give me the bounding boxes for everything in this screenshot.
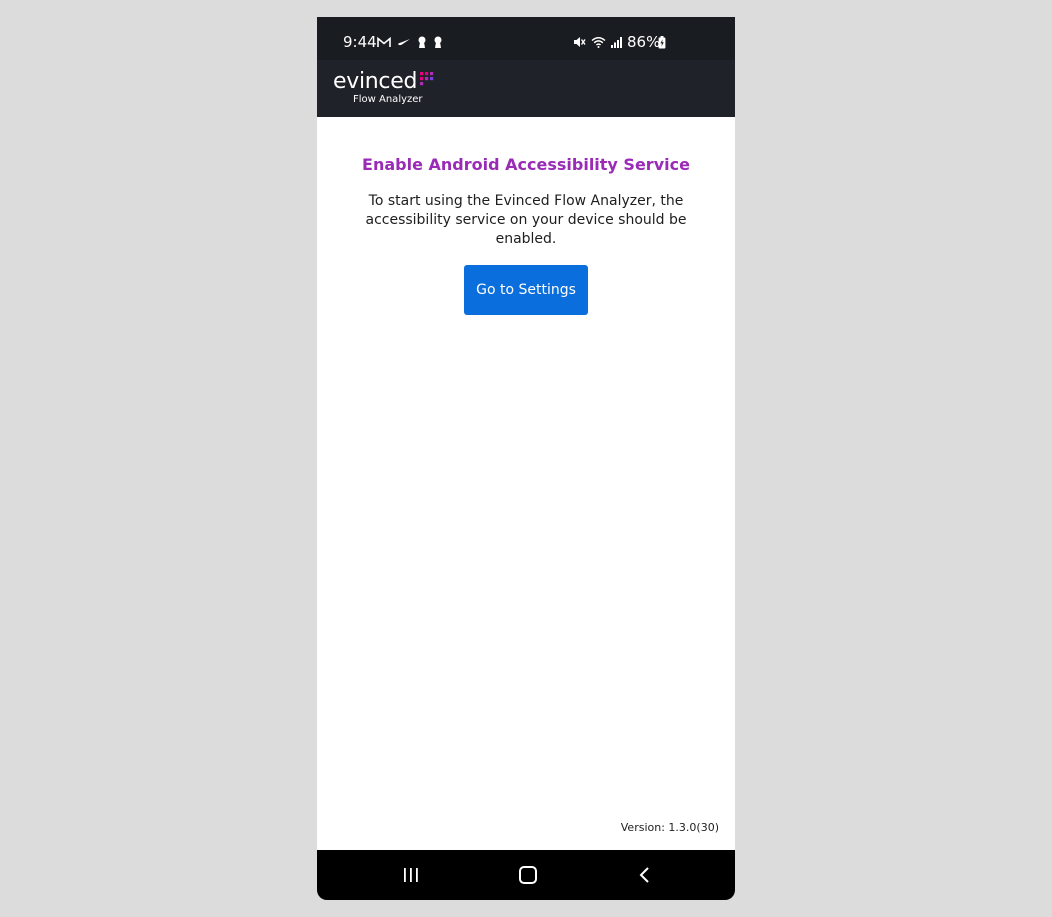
keyhole-icon [418,36,426,48]
status-notification-icons [377,34,443,50]
status-time: 9:44 [343,33,377,51]
signal-icon [611,37,622,48]
recent-apps-icon [404,868,418,882]
back-icon [639,867,649,883]
page-description: To start using the Evinced Flow Analyzer… [365,193,687,247]
battery-percentage: 86% [627,33,661,51]
status-bar: 9:44 86% [317,17,735,60]
go-to-settings-button[interactable]: Go to Settings [464,265,588,315]
back-button[interactable] [633,865,657,885]
status-system-icons [573,36,623,48]
battery-charging-icon [658,36,666,49]
recent-apps-button[interactable] [399,865,423,885]
logo-dots-icon [420,72,434,86]
keyhole-icon [434,36,442,48]
logo-wordmark: evinced [333,69,418,94]
navigation-bar [317,850,735,900]
home-icon [519,866,537,884]
nike-icon [398,39,410,46]
app-bar: evinced Flow Analyzer [317,60,735,117]
wifi-icon [591,37,606,48]
home-button[interactable] [516,865,540,885]
gmail-icon [377,36,391,47]
version-label: Version: 1.3.0(30) [620,821,719,834]
phone-screen: 9:44 86% evinced Flow Analyzer Enable An… [317,17,735,900]
mute-icon [574,37,586,47]
logo-subtitle: Flow Analyzer [353,94,423,105]
main-content: Enable Android Accessibility Service To … [317,117,735,850]
page-title: Enable Android Accessibility Service [362,155,690,174]
